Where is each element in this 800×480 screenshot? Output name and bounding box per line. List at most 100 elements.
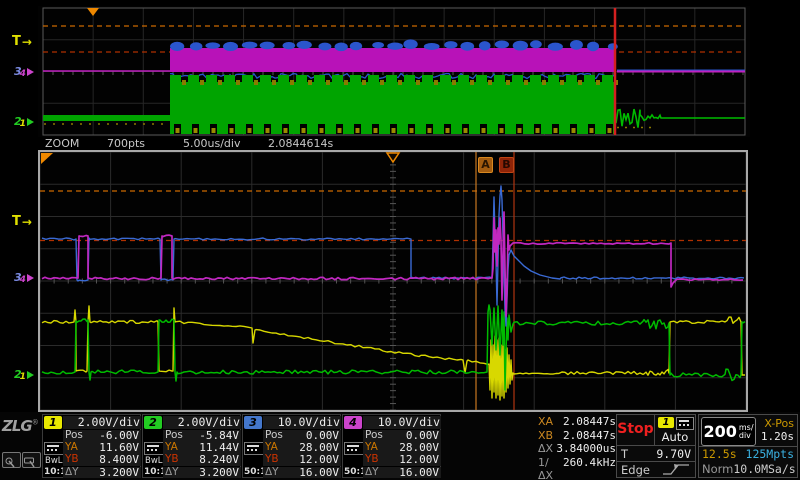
trigger-type-label: Edge	[621, 463, 650, 477]
record-points: 125Mpts	[745, 447, 794, 461]
ch34-ground-marker-main[interactable]: 34	[14, 271, 34, 285]
timebase-value: 200	[703, 422, 737, 441]
cursor-b-tag[interactable]: B	[499, 157, 514, 173]
logo-text: ZLG	[2, 417, 33, 435]
ch4-marker-label: 4	[19, 275, 26, 285]
bandwidth-limit-label: BwL	[145, 456, 163, 466]
channel-4-ya-row: YA 28.00V	[363, 442, 441, 454]
dy-value: 3.200V	[99, 465, 139, 479]
channel-4-scale: 10.0V/div	[363, 416, 441, 429]
channel-3-badge: 3	[244, 416, 262, 429]
yb-value: 8.400V	[99, 453, 139, 467]
ya-label: YA	[165, 441, 178, 454]
channel-2-pos-row: Pos -5.84V	[163, 429, 241, 442]
xb-value: 2.08447s	[563, 428, 616, 442]
channel-2-scale: 2.00V/div	[163, 416, 241, 429]
channel-1-dy-row: ΔY 3.200V	[63, 465, 141, 479]
channel-2-ya-row: YA 11.44V	[163, 442, 241, 454]
ch34-ground-marker-top[interactable]: 34	[14, 65, 34, 79]
channel-4-pos-row: Pos 0.00V	[363, 429, 441, 442]
pos-label: Pos	[265, 429, 283, 441]
yb-label: YB	[365, 453, 379, 466]
yb-label: YB	[65, 453, 79, 466]
yb-label: YB	[265, 453, 279, 466]
trigger-coupling-icon	[676, 417, 694, 430]
ch12-ground-marker-main[interactable]: 21	[14, 368, 34, 382]
dy-label: ΔY	[365, 465, 379, 478]
xa-label: XA	[538, 415, 554, 428]
record-row: 12.5s 125Mpts	[699, 447, 797, 462]
xpos-value: 1.20s	[760, 430, 794, 443]
trigger-source-area[interactable]: 1 Auto	[655, 415, 695, 446]
acquisition-mode: Norm	[702, 462, 734, 476]
trigger-block: Stop 1 Auto T 9.70V Edge	[616, 414, 696, 478]
dx-value: 3.84000us	[556, 442, 616, 456]
channel-panel-2[interactable]: 2 2.00V/div BwL 10:1 Pos -5.84V YA 11.44V …	[142, 414, 241, 479]
ch4-marker-arrow-icon	[26, 274, 34, 282]
pos-value: 0.00V	[405, 429, 439, 442]
status-bar: ZLG® 1 2.00V/div BwL 10:1 Pos -6.00V YA 11…	[0, 412, 800, 480]
trigger-level-value: 9.70V	[656, 447, 691, 461]
trigger-t-label: T	[12, 214, 21, 229]
pos-value: -6.00V	[99, 429, 139, 442]
trigger-arrow-icon: →	[21, 215, 32, 229]
zoom-timebase: 5.00us/div	[183, 137, 241, 150]
pos-label: Pos	[65, 429, 83, 441]
logo-registered-mark: ®	[31, 418, 39, 427]
dc-coupling-icon	[44, 442, 64, 455]
fx-row: 1/ΔX 260.4kHz	[538, 455, 616, 480]
yb-value: 12.00V	[299, 453, 339, 467]
xa-row: XA 2.08447s	[538, 415, 616, 429]
zoom-points: 700pts	[107, 137, 146, 150]
trigger-t-label: T	[621, 447, 629, 461]
channel-1-scale: 2.00V/div	[63, 416, 141, 429]
yb-value: 8.240V	[199, 453, 239, 467]
trigger-source-badge: 1	[658, 417, 674, 428]
ya-label: YA	[265, 441, 278, 454]
ya-label: YA	[65, 441, 78, 454]
dy-label: ΔY	[65, 465, 79, 478]
ch2-marker-arrow-icon	[26, 371, 34, 379]
rising-edge-icon	[663, 464, 689, 475]
brand-logo: ZLG®	[2, 416, 41, 476]
channel-panel-3[interactable]: 3 10.0V/div 50:1 Pos 0.00V YA 28.00V YB 12.…	[242, 414, 341, 479]
channel-2-badge: 2	[144, 416, 162, 429]
xb-row: XB 2.08447s	[538, 429, 616, 443]
trigger-type-row[interactable]: Edge	[617, 463, 695, 477]
record-time: 12.5s	[702, 447, 737, 461]
channel-panel-1[interactable]: 1 2.00V/div BwL 10:1 Pos -6.00V YA 11.60V …	[42, 414, 141, 479]
trigger-level-marker-top[interactable]: T →	[12, 35, 32, 50]
dc-coupling-icon	[344, 442, 364, 455]
ch2-marker-arrow-icon	[26, 118, 34, 126]
touch-pad-icon	[22, 452, 41, 468]
ya-value: 28.00V	[299, 441, 339, 455]
channel-3-dy-row: ΔY 16.00V	[263, 465, 341, 479]
ch1-marker-label: 1	[19, 119, 26, 129]
pos-value: -5.84V	[199, 429, 239, 442]
oscilloscope-screen: T → 34 21 ZOOM 700pts 5.00us/div 2.084461…	[0, 0, 800, 480]
channel-4-yb-row: YB 12.00V	[363, 454, 441, 466]
ch12-ground-marker-top[interactable]: 21	[14, 115, 34, 129]
touch-gesture-icon	[2, 452, 21, 468]
trigger-level-row[interactable]: T 9.70V	[617, 447, 695, 462]
channel-3-pos-row: Pos 0.00V	[263, 429, 341, 442]
dy-value: 16.00V	[399, 465, 439, 479]
sample-rate: 10.0MSa/s	[733, 462, 796, 476]
x-position[interactable]: X-Pos 1.20s	[754, 417, 794, 443]
dx-label: ΔX	[538, 442, 554, 456]
scope-display[interactable]	[0, 0, 800, 480]
timebase-unit-bottom: div	[738, 430, 751, 440]
ch4-marker-arrow-icon	[26, 68, 34, 76]
channel-1-pos-row: Pos -6.00V	[63, 429, 141, 442]
cursor-a-tag[interactable]: A	[478, 157, 493, 173]
dc-coupling-icon	[244, 442, 264, 455]
timebase-box[interactable]: 200 ms/div	[701, 417, 756, 446]
run-stop-indicator[interactable]: Stop	[617, 415, 655, 446]
channel-3-scale: 10.0V/div	[263, 416, 341, 429]
ya-label: YA	[365, 441, 378, 454]
xb-label: XB	[538, 428, 554, 442]
dy-value: 16.00V	[299, 465, 339, 479]
channel-panel-4[interactable]: 4 10.0V/div 50:1 Pos 0.00V YA 28.00V YB 12.…	[342, 414, 441, 479]
fx-label: 1/ΔX	[538, 455, 554, 480]
trigger-level-marker-main[interactable]: T →	[12, 214, 32, 230]
